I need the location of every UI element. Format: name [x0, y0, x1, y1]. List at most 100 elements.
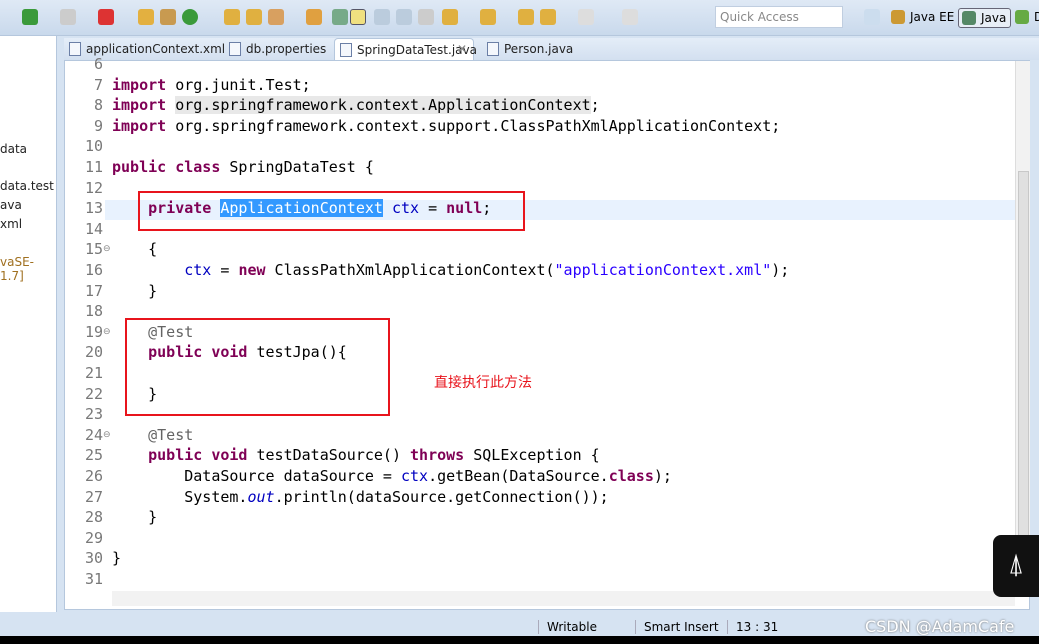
line-number: 20 [84, 343, 103, 362]
perspective-java[interactable]: Java [958, 8, 1012, 28]
open-folder-icon[interactable] [246, 9, 262, 25]
fold-toggle-icon[interactable]: ⊖ [103, 327, 111, 337]
code-token: ctx [184, 261, 212, 279]
new-package-icon[interactable] [160, 9, 176, 25]
code-token: } [112, 549, 122, 568]
line-number: 22 [84, 384, 103, 403]
line-number: 16 [84, 261, 103, 279]
code-token: .println(dataSource.getConnection()); [274, 487, 609, 506]
quick-access-input[interactable]: Quick Access [715, 6, 843, 28]
tree-item[interactable]: ava [0, 198, 22, 212]
tab-db-properties[interactable]: db.properties [224, 38, 329, 60]
open-task-icon[interactable] [306, 9, 322, 25]
editor-tabs: applicationContext.xml db.properties Sprin… [64, 38, 1039, 60]
java-file-icon [487, 42, 499, 56]
block-selection-icon[interactable] [374, 9, 390, 25]
code-line: } [112, 282, 157, 300]
previous-annotation-icon[interactable] [480, 9, 496, 25]
perspective-label: Java EE [910, 10, 955, 24]
open-perspective-icon[interactable] [864, 9, 880, 25]
run-icon[interactable] [98, 9, 114, 25]
horizontal-scrollbar[interactable] [112, 591, 1015, 606]
code-token: new [238, 261, 266, 279]
tree-item[interactable]: xml [0, 217, 22, 231]
new-aj-icon[interactable] [138, 9, 154, 25]
tab-springdatatest-java[interactable]: SpringDataTest.java ✕ [334, 38, 477, 60]
perspective-debug[interactable]: D [1012, 8, 1039, 28]
show-whitespace-icon[interactable] [396, 9, 412, 25]
tree-item[interactable]: vaSE-1.7] [0, 255, 56, 283]
code-line: ctx = new ClassPathXmlApplicationContext… [112, 261, 789, 279]
tree-item[interactable]: data.test [0, 179, 54, 193]
code-token: ctx [400, 467, 429, 485]
close-icon[interactable]: ✕ [457, 42, 467, 56]
fold-toggle-icon[interactable]: ⊖ [103, 244, 111, 254]
code-line: } [112, 549, 121, 567]
tab-label: db.properties [246, 42, 327, 56]
fold-toggle-icon[interactable]: ⊖ [103, 430, 111, 440]
line-number: 17 [84, 281, 103, 300]
line-number: 18 [84, 302, 103, 321]
code-token: System. [112, 487, 248, 506]
toggle-breadcrumb-icon[interactable] [332, 9, 348, 25]
code-token: org.springframework.context.ApplicationC… [175, 96, 591, 115]
next-annotation-icon[interactable] [442, 9, 458, 25]
tab-label: applicationContext.xml [86, 42, 226, 56]
code-token: public void [148, 446, 248, 465]
code-token: testDataSource() [247, 446, 411, 465]
line-number: 11 [84, 158, 103, 176]
code-token: public class [112, 158, 221, 176]
debug-icon[interactable] [22, 9, 38, 25]
highlight-box-method [125, 318, 390, 416]
line-number: 12 [84, 178, 103, 197]
forward-icon[interactable] [578, 9, 594, 25]
main-toolbar: Quick Access Java EE Java D [0, 0, 1039, 36]
code-token: @Test [148, 425, 194, 444]
sync-icon[interactable] [418, 9, 434, 25]
code-token: ); [653, 467, 672, 485]
perspective-label: D [1034, 10, 1039, 24]
new-class-icon[interactable] [182, 9, 198, 25]
code-line: import org.junit.Test; [112, 76, 311, 94]
pin-editor-icon[interactable] [622, 9, 638, 25]
line-number: 13 [84, 199, 103, 218]
back-icon[interactable] [518, 9, 534, 25]
code-token: DataSource dataSource = [112, 467, 401, 485]
line-number: 21 [84, 364, 103, 382]
vertical-scrollbar[interactable] [1015, 61, 1030, 591]
code-token: org.springframework.context.support.Clas… [166, 116, 781, 135]
code-token: import [112, 75, 167, 94]
open-type-icon[interactable] [224, 9, 240, 25]
code-token: .getBean(DataSource. [428, 467, 609, 485]
code-token: { [112, 240, 158, 259]
line-number: 8 [93, 96, 103, 115]
code-token: SpringDataTest { [220, 158, 374, 176]
line-number: 23 [84, 405, 103, 424]
stop-icon[interactable] [60, 9, 76, 25]
line-number: 7 [93, 75, 103, 94]
line-number: 24 [84, 425, 103, 444]
code-token: } [112, 281, 158, 300]
tree-item[interactable]: data [0, 142, 27, 156]
code-line: import org.springframework.context.Appli… [112, 96, 600, 115]
code-line: public void testDataSource() throws SQLE… [112, 446, 600, 464]
status-cursor-position: 13 : 31 [727, 620, 778, 634]
status-writable: Writable [538, 620, 597, 634]
mark-occurrences-icon[interactable] [350, 9, 366, 25]
scrollbar-thumb[interactable] [1018, 171, 1029, 581]
back-history-icon[interactable] [540, 9, 556, 25]
code-line: } [112, 508, 157, 526]
line-number: 6 [93, 55, 103, 73]
code-line: System.out.println(dataSource.getConnect… [112, 487, 609, 506]
package-explorer: data data.test ava xml vaSE-1.7] [0, 36, 57, 612]
code-editor[interactable]: 6 7 import org.junit.Test; 8 import org.spri… [64, 55, 1030, 610]
perspective-java-ee[interactable]: Java EE [888, 8, 958, 28]
overlay-badge-icon[interactable]: ⍋ [993, 535, 1039, 597]
search-icon[interactable] [268, 9, 284, 25]
tab-person-java[interactable]: Person.java [482, 38, 573, 60]
java-ee-icon [891, 10, 905, 24]
bottom-strip [0, 636, 1039, 644]
debug-perspective-icon [1015, 10, 1029, 24]
